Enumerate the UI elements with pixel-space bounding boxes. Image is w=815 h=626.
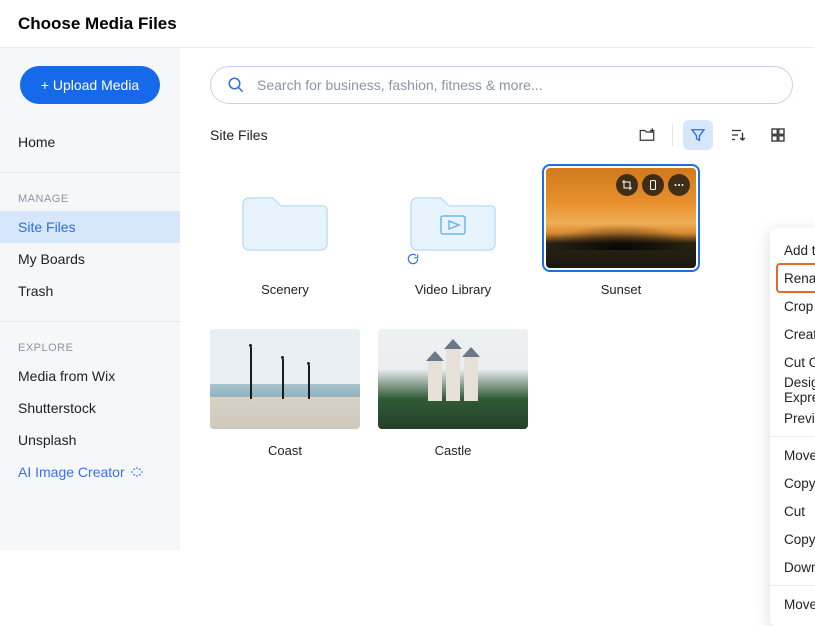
filter-button[interactable]: [683, 120, 713, 150]
thumbnail-castle[interactable]: [378, 329, 528, 429]
filter-icon: [689, 126, 707, 144]
sidebar-item-trash[interactable]: Trash: [0, 275, 180, 307]
folder-plus-icon: [638, 126, 656, 144]
divider: [0, 172, 180, 173]
sidebar-item-shutterstock[interactable]: Shutterstock: [0, 392, 180, 424]
menu-item-label: Cut Out Background: [784, 355, 815, 370]
context-menu-item[interactable]: PreviewSpace: [770, 404, 815, 432]
more-icon: [673, 179, 685, 191]
menu-item-label: Add to Board: [784, 243, 815, 258]
thumbnail-coast[interactable]: [210, 329, 360, 429]
context-menu-item[interactable]: Create a Video: [770, 320, 815, 348]
context-menu-item[interactable]: Rename: [770, 264, 815, 292]
sort-icon: [729, 126, 747, 144]
crop-icon: [621, 179, 633, 191]
dialog-title: Choose Media Files: [18, 14, 177, 34]
context-menu-item[interactable]: Design with Adobe Express: [770, 376, 815, 404]
context-menu: Add to Board Rename Crop & Edit Create a Vi…: [770, 228, 815, 626]
search-input[interactable]: [257, 77, 776, 93]
new-folder-button[interactable]: [632, 120, 662, 150]
context-menu-item[interactable]: Add to Board: [770, 236, 815, 264]
menu-item-label: Move to...: [784, 448, 815, 463]
breadcrumb: Site Files: [210, 127, 268, 143]
sparkle-icon: [131, 466, 143, 478]
menu-item-label: Copy URL: [784, 532, 815, 547]
thumbnail-sunset[interactable]: [546, 168, 696, 268]
context-menu-item[interactable]: Download: [770, 553, 815, 581]
more-button[interactable]: [668, 174, 690, 196]
menu-item-label: Cut: [784, 504, 805, 519]
sidebar-item-label: AI Image Creator: [18, 464, 125, 480]
tile-caption: Sunset: [546, 282, 696, 297]
menu-item-label: Preview: [784, 411, 815, 426]
folder-icon: [241, 182, 329, 254]
grid-folder[interactable]: Scenery: [210, 168, 360, 297]
sidebar-item-ai-image-creator[interactable]: AI Image Creator: [0, 456, 180, 488]
menu-item-label: Move to Trash: [784, 597, 815, 612]
context-menu-item[interactable]: Move to Trash: [770, 590, 815, 618]
view-grid-button[interactable]: [763, 120, 793, 150]
grid-image[interactable]: Sunset: [546, 168, 696, 297]
crop-button[interactable]: [616, 174, 638, 196]
menu-separator: [770, 436, 815, 437]
menu-item-label: Create a Video: [784, 327, 815, 342]
sidebar-item-media-from-wix[interactable]: Media from Wix: [0, 360, 180, 392]
menu-item-label: Rename: [784, 271, 815, 286]
context-menu-item[interactable]: Crop & Edit: [770, 292, 815, 320]
grid-folder[interactable]: Video Library: [378, 168, 528, 297]
tile-caption: Coast: [210, 443, 360, 458]
context-menu-item[interactable]: Cut Out Background: [770, 348, 815, 376]
menu-item-label: Design with Adobe Express: [784, 375, 815, 405]
device-icon: [647, 179, 659, 191]
grid-image[interactable]: Castle: [378, 329, 528, 458]
sidebar-section-explore: EXPLORE: [0, 324, 180, 360]
file-grid: Scenery Video Library Su: [210, 168, 793, 458]
context-menu-item[interactable]: CutCtrl+X: [770, 497, 815, 525]
sidebar-item-home[interactable]: Home: [0, 126, 180, 158]
sync-icon: [406, 252, 420, 266]
sidebar-item-unsplash[interactable]: Unsplash: [0, 424, 180, 456]
divider: [0, 321, 180, 322]
dialog-header: Choose Media Files: [0, 0, 815, 48]
tile-caption: Video Library: [378, 282, 528, 297]
tile-hover-actions: [616, 174, 690, 196]
sidebar: + Upload Media Home MANAGE Site Files My…: [0, 48, 180, 550]
tile-caption: Castle: [378, 443, 528, 458]
main-panel: Site Files: [180, 48, 815, 550]
sidebar-item-site-files[interactable]: Site Files: [0, 211, 180, 243]
menu-separator: [770, 585, 815, 586]
context-menu-item[interactable]: CopyCtrl+C: [770, 469, 815, 497]
menu-item-label: Crop & Edit: [784, 299, 815, 314]
grid-image[interactable]: Coast: [210, 329, 360, 458]
preview-button[interactable]: [642, 174, 664, 196]
upload-media-button[interactable]: + Upload Media: [20, 66, 160, 104]
toolbar: Site Files: [210, 120, 793, 150]
divider: [672, 124, 673, 146]
search-icon: [227, 76, 245, 94]
search-bar[interactable]: [210, 66, 793, 104]
menu-item-label: Download: [784, 560, 815, 575]
tile-caption: Scenery: [210, 282, 360, 297]
context-menu-item[interactable]: Move to...: [770, 441, 815, 469]
sidebar-section-manage: MANAGE: [0, 175, 180, 211]
folder-icon: [409, 182, 497, 254]
sidebar-item-my-boards[interactable]: My Boards: [0, 243, 180, 275]
sort-button[interactable]: [723, 120, 753, 150]
context-menu-item[interactable]: Copy URL: [770, 525, 815, 553]
menu-item-label: Copy: [784, 476, 815, 491]
grid-icon: [769, 126, 787, 144]
